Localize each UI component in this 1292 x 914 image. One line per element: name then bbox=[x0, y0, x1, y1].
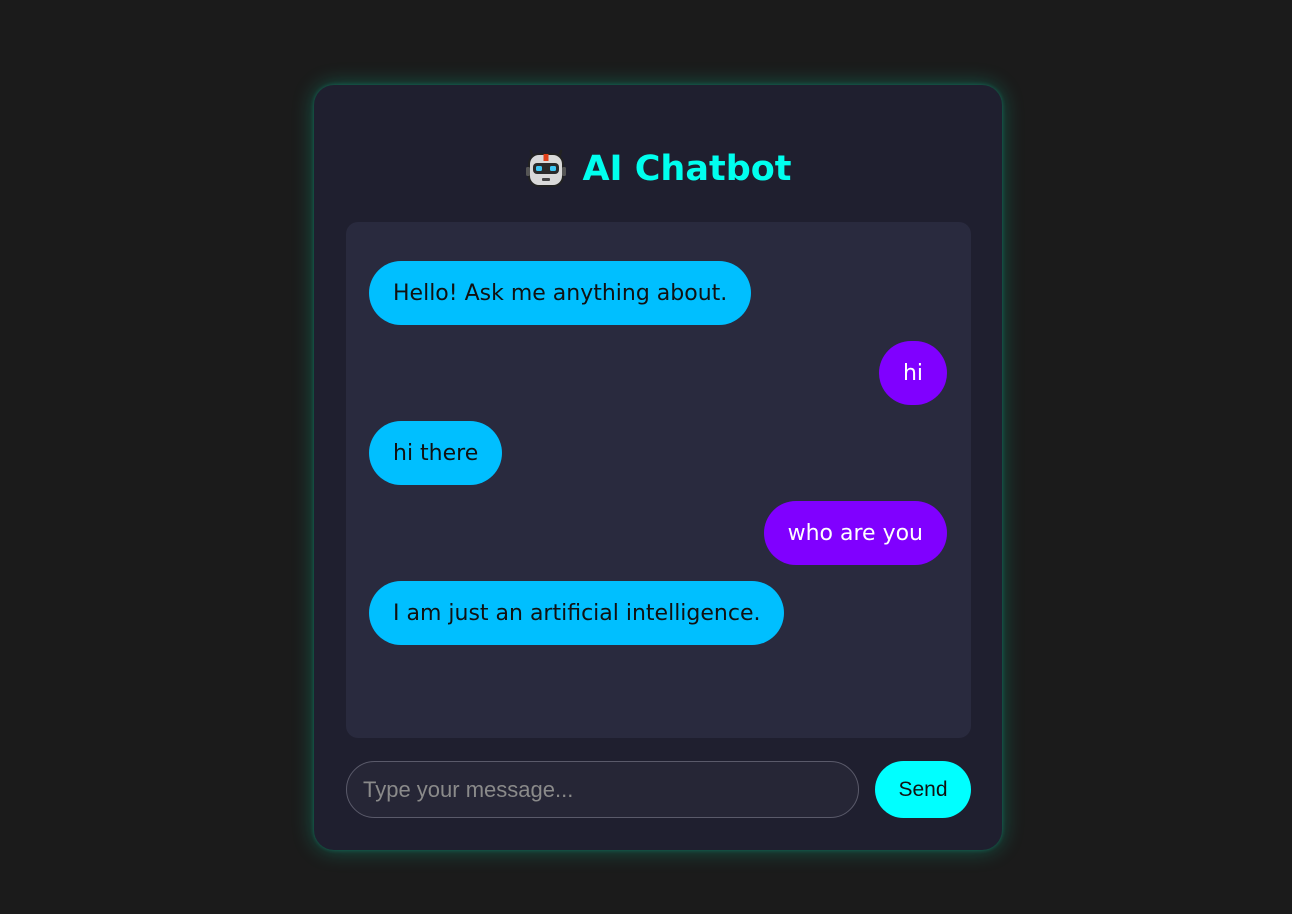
chat-window: AI Chatbot Hello! Ask me anything about.… bbox=[314, 85, 1002, 850]
chat-messages[interactable]: Hello! Ask me anything about. hi hi ther… bbox=[346, 222, 971, 738]
user-message: who are you bbox=[763, 501, 947, 565]
chat-header: AI Chatbot bbox=[314, 145, 1002, 193]
bot-message: Hello! Ask me anything about. bbox=[369, 261, 752, 325]
app-title: AI Chatbot bbox=[582, 148, 792, 189]
message-composer: Send bbox=[346, 761, 971, 818]
message-input[interactable] bbox=[346, 761, 859, 818]
bot-message: hi there bbox=[369, 421, 503, 485]
send-button[interactable]: Send bbox=[875, 761, 971, 818]
robot-icon bbox=[524, 147, 568, 191]
user-message: hi bbox=[878, 341, 947, 405]
bot-message: I am just an artificial intelligence. bbox=[369, 581, 785, 645]
